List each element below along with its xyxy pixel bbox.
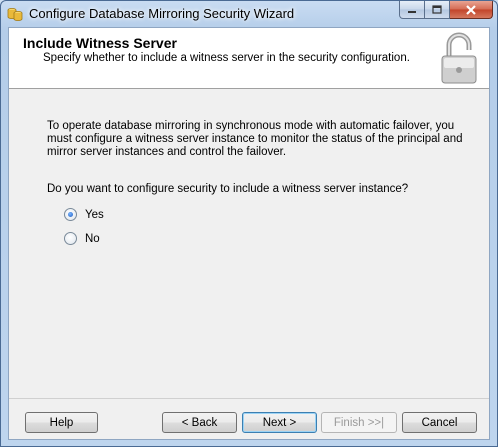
radio-yes[interactable]: Yes [64, 208, 104, 221]
close-button[interactable] [450, 1, 493, 19]
help-button[interactable]: Help [25, 412, 98, 433]
wizard-window: Configure Database Mirroring Security Wi… [0, 0, 498, 447]
next-button[interactable]: Next > [242, 412, 317, 433]
footer-divider [9, 398, 489, 399]
caption-buttons [399, 1, 493, 20]
finish-button[interactable]: Finish >>| [321, 412, 397, 433]
page-subtitle: Specify whether to include a witness ser… [43, 52, 410, 64]
maximize-icon [432, 5, 442, 14]
database-mirroring-icon[interactable] [7, 6, 23, 22]
padlock-icon [441, 32, 477, 84]
radio-button-selected[interactable] [64, 208, 77, 221]
cancel-button[interactable]: Cancel [402, 412, 477, 433]
back-button[interactable]: < Back [162, 412, 237, 433]
radio-yes-label[interactable]: Yes [85, 209, 104, 221]
close-icon [466, 4, 476, 15]
witness-question: Do you want to configure security to inc… [47, 183, 409, 195]
page-title: Include Witness Server [23, 35, 177, 51]
radio-no-label[interactable]: No [85, 233, 100, 245]
minimize-icon [408, 10, 416, 13]
maximize-button[interactable] [425, 1, 450, 19]
radio-button-unselected[interactable] [64, 232, 77, 245]
window-title: Configure Database Mirroring Security Wi… [29, 6, 295, 21]
minimize-button[interactable] [399, 1, 425, 19]
title-bar[interactable]: Configure Database Mirroring Security Wi… [1, 1, 497, 27]
radio-no[interactable]: No [64, 232, 100, 245]
wizard-header: Include Witness Server Specify whether t… [9, 28, 489, 89]
wizard-client-area: Include Witness Server Specify whether t… [8, 27, 490, 440]
witness-description: To operate database mirroring in synchro… [47, 120, 463, 158]
